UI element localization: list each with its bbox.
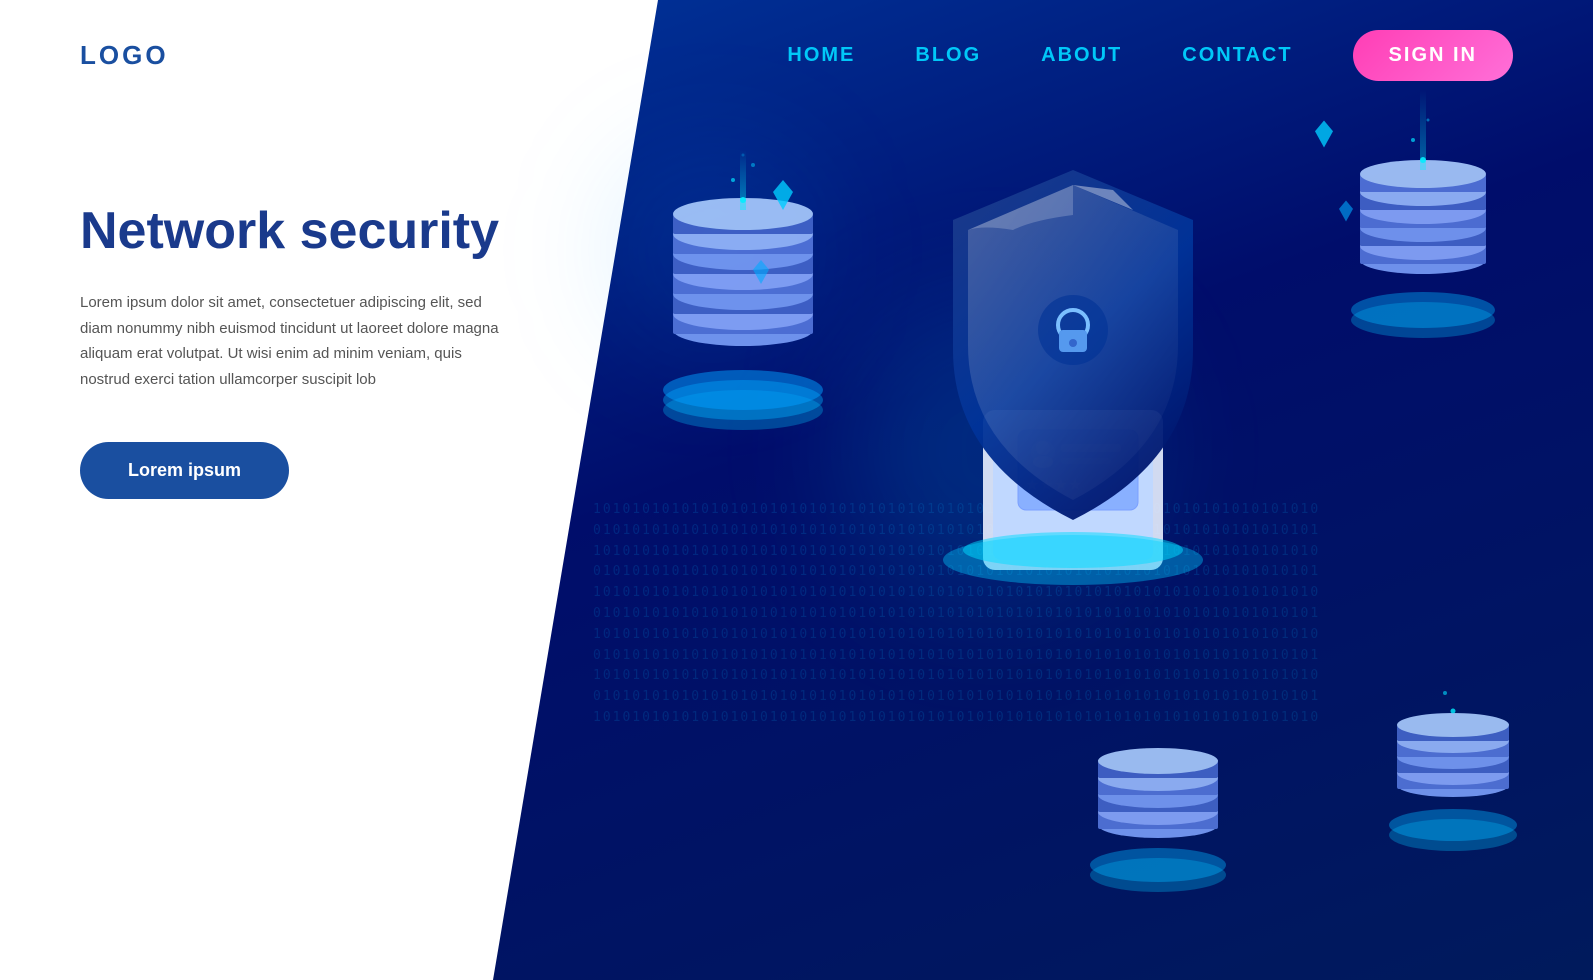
navbar: LOGO HOME BLOG ABOUT CONTACT SIGN IN — [0, 0, 1593, 110]
nav-home[interactable]: HOME — [787, 44, 855, 67]
signin-button[interactable]: SIGN IN — [1353, 30, 1513, 81]
nav-links: HOME BLOG ABOUT CONTACT SIGN IN — [787, 30, 1513, 81]
hero-title: Network security — [80, 200, 500, 262]
nav-blog[interactable]: BLOG — [915, 44, 981, 67]
diamond-3 — [1315, 120, 1333, 148]
hero-description: Lorem ipsum dolor sit amet, consectetuer… — [80, 290, 500, 392]
diamond-4 — [1339, 200, 1353, 222]
diamond-1 — [773, 180, 793, 210]
shield-illustration: ★★★★ — [873, 130, 1233, 580]
hero-illustration: 1010101010101010101010101010101010101010… — [493, 0, 1593, 980]
server-rack-bottom-right — [1073, 665, 1243, 900]
cta-button[interactable]: Lorem ipsum — [80, 442, 289, 499]
server-rack-left — [643, 150, 843, 435]
nav-about[interactable]: ABOUT — [1041, 44, 1122, 67]
server-rack-right-top — [1333, 90, 1513, 345]
server-rack-right-bottom — [1373, 635, 1533, 860]
logo: LOGO — [80, 40, 169, 71]
left-content: Network security Lorem ipsum dolor sit a… — [80, 200, 500, 499]
nav-contact[interactable]: CONTACT — [1182, 44, 1292, 67]
diamond-2 — [753, 260, 769, 284]
